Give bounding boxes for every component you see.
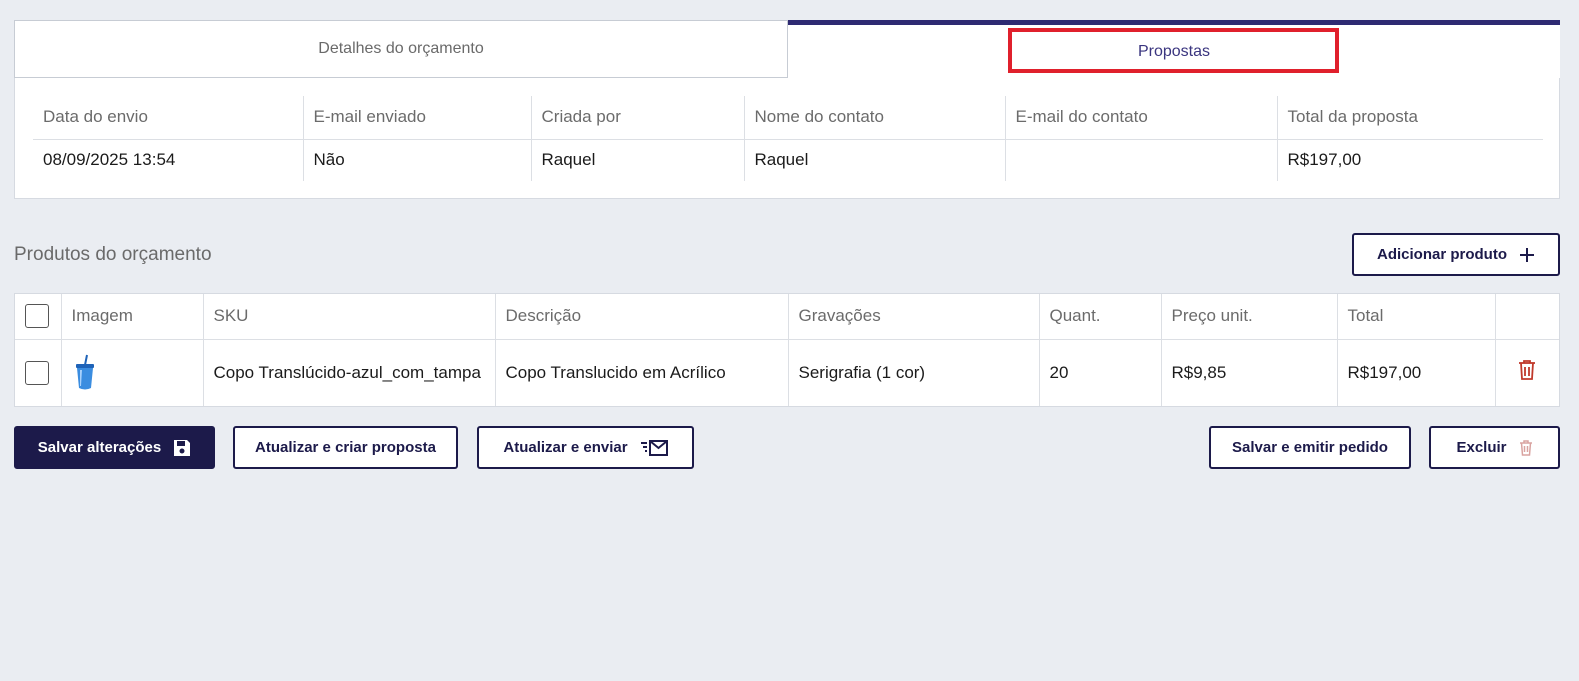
products-panel: Imagem SKU Descrição Gravações Quant. Pr… — [14, 293, 1560, 407]
update-create-proposal-label: Atualizar e criar proposta — [255, 439, 436, 456]
proposals-table: Data do envio E-mail enviado Criada por … — [33, 96, 1543, 181]
trash-icon — [1519, 439, 1533, 456]
unit-price-cell: R$9,85 — [1160, 339, 1337, 406]
column-header: Total da proposta — [1276, 96, 1543, 140]
delete-row-trash-icon[interactable] — [1518, 359, 1536, 386]
total-cell: R$197,00 — [1336, 339, 1495, 406]
sent-date-cell: 08/09/2025 13:54 — [43, 150, 176, 170]
row-actions-cell — [1494, 339, 1559, 406]
tab-quote-details[interactable]: Detalhes do orçamento — [14, 20, 788, 78]
product-image-cell — [60, 339, 203, 406]
save-emit-order-button[interactable]: Salvar e emitir pedido — [1209, 426, 1411, 469]
contact-name-cell: Raquel — [743, 139, 1005, 181]
tab-proposals-label: Propostas — [1137, 42, 1211, 60]
column-header: Criada por — [530, 96, 744, 140]
row-select-cell — [15, 339, 61, 406]
send-mail-icon — [640, 439, 668, 457]
quantity-cell: 20 — [1038, 339, 1161, 406]
products-section-title: Produtos do orçamento — [14, 244, 212, 265]
column-header: Preço unit. — [1160, 294, 1337, 340]
delete-label: Excluir — [1456, 439, 1507, 456]
column-header: Data do envio — [33, 96, 303, 140]
tab-bar: Detalhes do orçamento Propostas — [14, 20, 1560, 78]
column-header: Imagem — [60, 294, 203, 340]
email-sent-cell: Não — [302, 139, 531, 181]
update-create-proposal-button[interactable]: Atualizar e criar proposta — [233, 426, 458, 469]
tab-quote-details-label: Detalhes do orçamento — [318, 40, 484, 57]
proposals-panel: Detalhes do orçamento Propostas Data do … — [14, 20, 1560, 199]
delete-button[interactable]: Excluir — [1429, 426, 1560, 469]
actions-header — [1494, 294, 1559, 340]
save-changes-label: Salvar alterações — [37, 439, 162, 456]
created-by-cell: Raquel — [530, 139, 744, 181]
table-row[interactable]: 08/09/2025 13:54 Não Raquel Raquel R$197… — [33, 139, 1543, 181]
select-all-cell — [15, 294, 61, 340]
column-header: E-mail enviado — [302, 96, 531, 140]
plus-icon — [1519, 247, 1535, 263]
blue-tumbler-cup-icon — [72, 354, 193, 392]
contact-email-cell — [1004, 139, 1277, 181]
floppy-disk-icon — [173, 439, 191, 457]
column-header: Gravações — [787, 294, 1039, 340]
column-header: E-mail do contato — [1004, 96, 1277, 140]
column-header: SKU — [202, 294, 495, 340]
column-header: Quant. — [1038, 294, 1161, 340]
select-all-checkbox[interactable] — [25, 304, 49, 329]
column-header: Total — [1336, 294, 1495, 340]
update-send-label: Atualizar e enviar — [503, 439, 628, 456]
add-product-label: Adicionar produto — [1377, 246, 1507, 263]
sku-cell: Copo Translúcido-azul_com_tampa — [202, 339, 495, 406]
description-cell: Copo Translucido em Acrílico — [494, 339, 788, 406]
tab-proposals[interactable]: Propostas — [788, 20, 1560, 78]
update-send-button[interactable]: Atualizar e enviar — [477, 426, 694, 469]
products-table: Imagem SKU Descrição Gravações Quant. Pr… — [15, 294, 1559, 406]
products-header-row: Imagem SKU Descrição Gravações Quant. Pr… — [15, 294, 1559, 340]
column-header: Nome do contato — [743, 96, 1005, 140]
save-changes-button[interactable]: Salvar alterações — [14, 426, 215, 469]
column-header: Descrição — [494, 294, 788, 340]
save-emit-order-label: Salvar e emitir pedido — [1232, 439, 1388, 456]
row-checkbox[interactable] — [25, 360, 49, 385]
table-row[interactable]: Copo Translúcido-azul_com_tampa Copo Tra… — [15, 339, 1559, 406]
proposals-header-row: Data do envio E-mail enviado Criada por … — [33, 96, 1543, 140]
proposal-total-cell: R$197,00 — [1276, 139, 1543, 181]
add-product-button[interactable]: Adicionar produto — [1352, 233, 1560, 276]
engraving-cell: Serigrafia (1 cor) — [787, 339, 1039, 406]
